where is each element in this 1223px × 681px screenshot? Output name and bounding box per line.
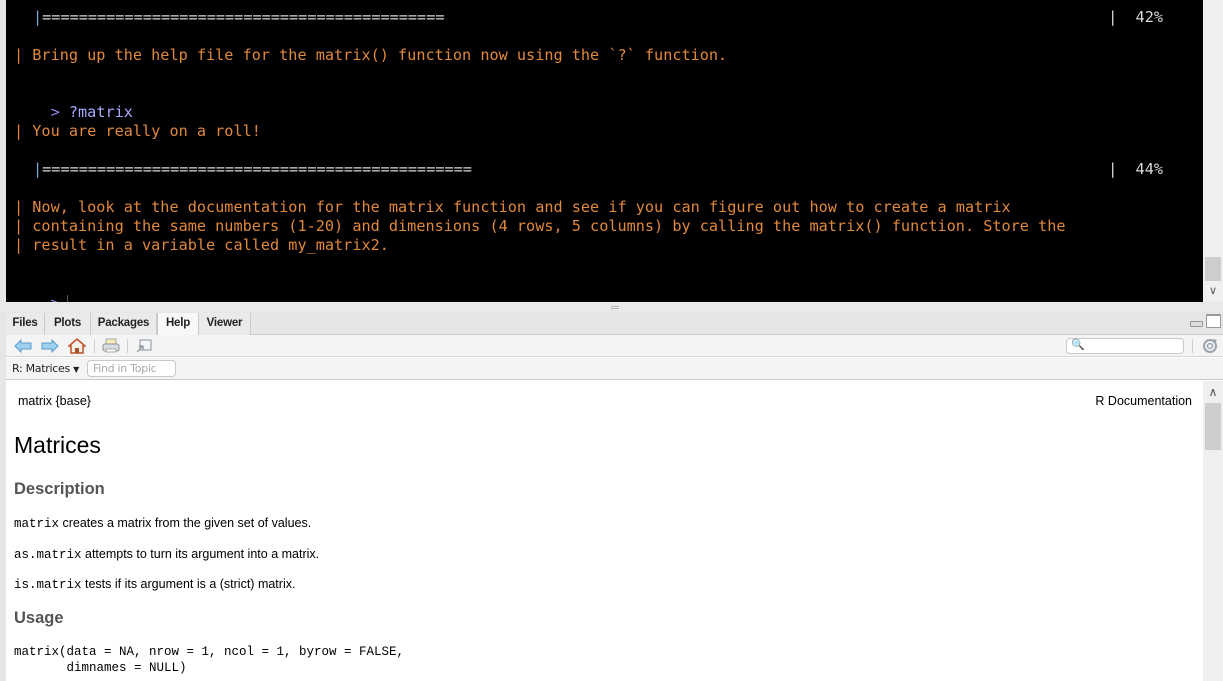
console-input-line[interactable]: > bbox=[14, 275, 68, 302]
prompt-char: > bbox=[50, 103, 60, 121]
pane-tab-bar: Files Plots Packages Help Viewer bbox=[6, 312, 1223, 336]
print-icon[interactable] bbox=[102, 337, 120, 355]
open-in-window-icon[interactable] bbox=[135, 337, 153, 355]
dropdown-arrow-icon: ▼ bbox=[73, 365, 79, 374]
description-paragraph: is.matrix tests if its argument is a (st… bbox=[14, 577, 296, 592]
console-scroll-thumb[interactable] bbox=[1205, 257, 1221, 281]
help-document: matrix {base} R Documentation Matrices D… bbox=[6, 381, 1203, 681]
maximize-pane-icon[interactable] bbox=[1206, 314, 1221, 328]
console-instruction-line-2: | containing the same numbers (1-20) and… bbox=[14, 217, 1066, 235]
toolbar-divider bbox=[1192, 339, 1193, 353]
description-paragraph: matrix creates a matrix from the given s… bbox=[14, 516, 312, 531]
progress-bar-start: | bbox=[33, 8, 43, 26]
progress-percent-44: | 44% bbox=[1108, 160, 1163, 178]
progress-bar-44: |=======================================… bbox=[33, 160, 472, 178]
console-instruction-line-1: | Now, look at the documentation for the… bbox=[14, 198, 1011, 216]
refresh-icon[interactable] bbox=[1201, 337, 1219, 355]
tab-plots[interactable]: Plots bbox=[45, 313, 91, 335]
progress-percent-42: | 42% bbox=[1108, 8, 1163, 26]
scroll-down-icon[interactable]: ∨ bbox=[1203, 281, 1223, 301]
toolbar-divider bbox=[94, 339, 95, 353]
doc-header-right: R Documentation bbox=[1095, 394, 1192, 408]
console-scrollbar[interactable]: ∨ bbox=[1203, 0, 1223, 302]
tab-viewer[interactable]: Viewer bbox=[199, 313, 251, 335]
console-message-bring-help: | Bring up the help file for the matrix(… bbox=[14, 46, 728, 64]
console-message-roll: | You are really on a roll! bbox=[14, 122, 261, 140]
doc-package-label: matrix {base} bbox=[18, 394, 91, 408]
tab-help[interactable]: Help bbox=[157, 313, 199, 336]
prompt-char: > bbox=[51, 294, 60, 302]
home-icon[interactable] bbox=[68, 337, 86, 355]
progress-bar-start: | bbox=[33, 160, 43, 178]
toolbar-divider bbox=[127, 339, 128, 353]
minimize-pane-icon[interactable] bbox=[1190, 321, 1203, 327]
splitter-grip-icon[interactable] bbox=[611, 306, 619, 309]
pane-splitter[interactable] bbox=[0, 302, 1223, 312]
doc-scrollbar[interactable]: ∧ bbox=[1203, 381, 1223, 681]
scroll-up-icon[interactable]: ∧ bbox=[1203, 381, 1223, 401]
progress-bar-42: |=======================================… bbox=[33, 8, 445, 26]
help-pane: Files Plots Packages Help Viewer 🔍 R: Ma… bbox=[6, 312, 1223, 681]
forward-arrow-icon[interactable] bbox=[41, 337, 59, 355]
doc-scroll-thumb[interactable] bbox=[1205, 403, 1221, 450]
console-instruction-line-3: | result in a variable called my_matrix2… bbox=[14, 236, 389, 254]
usage-heading: Usage bbox=[14, 609, 64, 627]
description-paragraph: as.matrix attempts to turn its argument … bbox=[14, 547, 320, 562]
find-in-topic-input[interactable] bbox=[87, 360, 176, 377]
usage-code: matrix(data = NA, nrow = 1, ncol = 1, by… bbox=[14, 645, 405, 675]
help-search-input[interactable]: 🔍 bbox=[1066, 338, 1184, 354]
search-icon: 🔍 bbox=[1071, 339, 1085, 351]
console-pane[interactable]: |=======================================… bbox=[6, 0, 1203, 302]
topic-select[interactable]: R: Matrices ▼ bbox=[12, 362, 79, 375]
back-arrow-icon[interactable] bbox=[14, 337, 32, 355]
topic-bar: R: Matrices ▼ bbox=[6, 358, 1223, 380]
tab-files[interactable]: Files bbox=[6, 313, 45, 335]
command-text: ?matrix bbox=[68, 103, 133, 121]
doc-title: Matrices bbox=[14, 432, 101, 458]
text-cursor bbox=[66, 295, 68, 302]
tab-packages[interactable]: Packages bbox=[91, 313, 157, 335]
help-toolbar: 🔍 bbox=[6, 335, 1223, 357]
description-heading: Description bbox=[14, 480, 105, 498]
